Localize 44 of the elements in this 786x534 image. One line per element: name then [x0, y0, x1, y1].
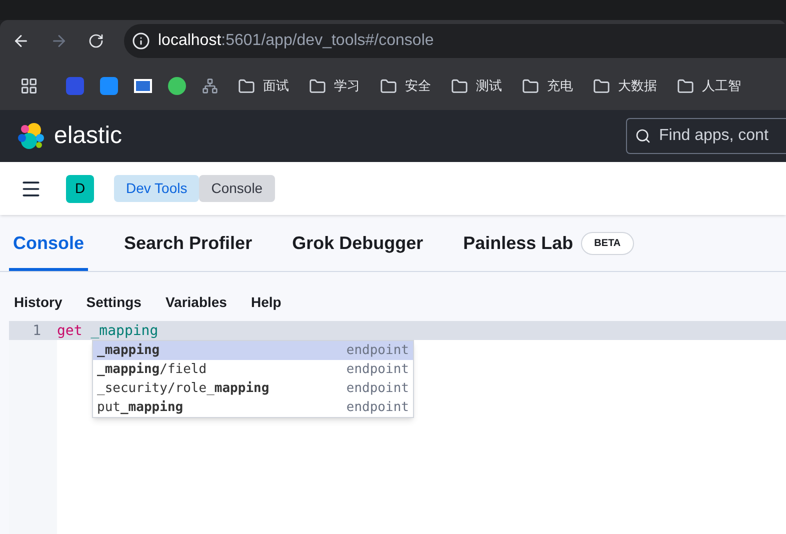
brand-name: elastic [54, 121, 122, 151]
search-placeholder: Find apps, cont [659, 126, 768, 146]
tab[interactable]: Console [9, 231, 88, 271]
back-icon[interactable] [12, 32, 30, 50]
bookmark-label[interactable]: 测试 [476, 76, 502, 96]
folder-icon[interactable] [238, 78, 255, 94]
folder-icon[interactable] [451, 78, 468, 94]
folder-icon[interactable] [309, 78, 326, 94]
bookmark-label[interactable]: 学习 [334, 76, 360, 96]
autocomplete-option[interactable]: _security/role_mapping endpoint [93, 379, 413, 398]
bookmark-label[interactable]: 安全 [405, 76, 431, 96]
folder-icon[interactable] [677, 78, 694, 94]
bookmark-label[interactable]: 大数据 [618, 76, 657, 96]
console-menu-item[interactable]: Settings [86, 292, 142, 313]
autocomplete-option[interactable]: _mapping endpoint [93, 341, 413, 360]
folder-icon[interactable] [593, 78, 610, 94]
folder-icon[interactable] [522, 78, 539, 94]
elastic-logo-icon [16, 121, 46, 151]
info-icon [132, 32, 150, 50]
console-menu-item[interactable]: Help [250, 292, 282, 313]
breadcrumb[interactable]: Dev Tools [114, 175, 200, 202]
reload-icon[interactable] [88, 33, 104, 49]
search-field[interactable]: Find apps, cont [626, 118, 786, 154]
space-avatar[interactable]: D [66, 174, 94, 202]
forward-icon[interactable] [50, 32, 68, 50]
console-menu-item[interactable]: History [14, 292, 62, 313]
tab[interactable]: Search Profiler [120, 231, 256, 271]
bookmark-label[interactable]: 面试 [263, 76, 289, 96]
autocomplete-option[interactable]: put_mapping endpoint [93, 398, 413, 417]
console-menu-item[interactable]: Variables [165, 292, 227, 313]
address-field[interactable]: localhost:5601/app/dev_tools#/console [124, 24, 786, 58]
code-line[interactable]: get _mapping [57, 321, 158, 340]
bookmark-label[interactable]: 人工智 [702, 76, 741, 96]
search-icon [635, 128, 651, 144]
folder-icon[interactable] [380, 78, 397, 94]
url-text: localhost:5601/app/dev_tools#/console [158, 31, 434, 51]
apps-icon[interactable] [20, 77, 38, 95]
bookmark-label[interactable]: 充电 [547, 76, 573, 96]
breadcrumb[interactable]: Console [199, 175, 275, 202]
autocomplete-option[interactable]: _mapping/field endpoint [93, 360, 413, 379]
network-icon[interactable] [202, 78, 218, 94]
tab[interactable]: Painless Lab BETA [459, 231, 638, 271]
tab[interactable]: Grok Debugger [288, 231, 428, 271]
beta-badge: BETA [581, 232, 634, 255]
